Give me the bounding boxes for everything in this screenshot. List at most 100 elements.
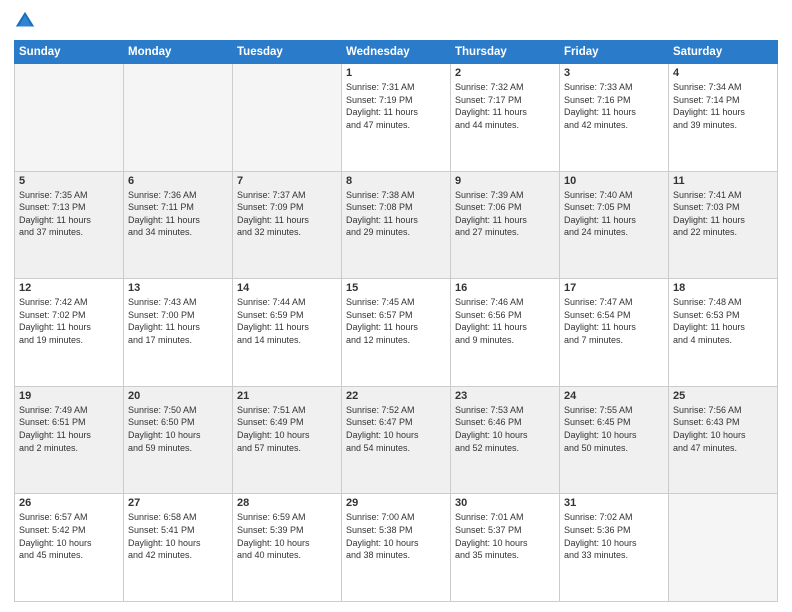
- calendar-cell: 8 Sunrise: 7:38 AM Sunset: 7:08 PM Daylig…: [342, 171, 451, 279]
- day-number: 17: [564, 282, 664, 294]
- calendar-cell: 26 Sunrise: 6:57 AM Sunset: 5:42 PM Dayli…: [15, 494, 124, 602]
- calendar-week-row: 26 Sunrise: 6:57 AM Sunset: 5:42 PM Dayli…: [15, 494, 778, 602]
- calendar-cell: 24Sunrise: 7:55 AM Sunset: 6:45 PM Dayli…: [560, 386, 669, 494]
- day-number: 9: [455, 175, 555, 187]
- day-info: Sunrise: 6:57 AM Sunset: 5:42 PM Dayligh…: [19, 511, 119, 561]
- day-header-thursday: Thursday: [451, 41, 560, 64]
- calendar-cell: 21 Sunrise: 7:51 AM Sunset: 6:49 PM Dayli…: [233, 386, 342, 494]
- day-number: 1: [346, 67, 446, 79]
- calendar-cell: 11 Sunrise: 7:41 AM Sunset: 7:03 PM Dayli…: [669, 171, 778, 279]
- day-info: Sunrise: 7:00 AM Sunset: 5:38 PM Dayligh…: [346, 511, 446, 561]
- day-header-tuesday: Tuesday: [233, 41, 342, 64]
- calendar-cell: [124, 64, 233, 172]
- day-number: 21: [237, 390, 337, 402]
- day-number: 14: [237, 282, 337, 294]
- day-info: Sunrise: 7:42 AM Sunset: 7:02 PM Dayligh…: [19, 296, 119, 346]
- day-info: Sunrise: 7:47 AM Sunset: 6:54 PM Dayligh…: [564, 296, 664, 346]
- day-info: Sunrise: 7:31 AM Sunset: 7:19 PM Dayligh…: [346, 81, 446, 131]
- calendar-cell: 2 Sunrise: 7:32 AM Sunset: 7:17 PM Daylig…: [451, 64, 560, 172]
- day-info: Sunrise: 7:53 AM Sunset: 6:46 PM Dayligh…: [455, 404, 555, 454]
- day-header-friday: Friday: [560, 41, 669, 64]
- day-info: Sunrise: 7:32 AM Sunset: 7:17 PM Dayligh…: [455, 81, 555, 131]
- day-number: 20: [128, 390, 228, 402]
- day-info: Sunrise: 7:40 AM Sunset: 7:05 PM Dayligh…: [564, 189, 664, 239]
- day-number: 6: [128, 175, 228, 187]
- day-info: Sunrise: 7:38 AM Sunset: 7:08 PM Dayligh…: [346, 189, 446, 239]
- day-number: 12: [19, 282, 119, 294]
- day-number: 27: [128, 497, 228, 509]
- day-number: 22: [346, 390, 446, 402]
- day-info: Sunrise: 7:49 AM Sunset: 6:51 PM Dayligh…: [19, 404, 119, 454]
- day-header-wednesday: Wednesday: [342, 41, 451, 64]
- day-number: 25: [673, 390, 773, 402]
- calendar-cell: 19 Sunrise: 7:49 AM Sunset: 6:51 PM Dayli…: [15, 386, 124, 494]
- calendar-week-row: 1 Sunrise: 7:31 AM Sunset: 7:19 PM Daylig…: [15, 64, 778, 172]
- day-header-sunday: Sunday: [15, 41, 124, 64]
- calendar-cell: 13Sunrise: 7:43 AM Sunset: 7:00 PM Dayli…: [124, 279, 233, 387]
- calendar-cell: 14 Sunrise: 7:44 AM Sunset: 6:59 PM Dayli…: [233, 279, 342, 387]
- header: [14, 10, 778, 32]
- calendar-cell: [669, 494, 778, 602]
- calendar-cell: 3Sunrise: 7:33 AM Sunset: 7:16 PM Daylig…: [560, 64, 669, 172]
- calendar-week-row: 12 Sunrise: 7:42 AM Sunset: 7:02 PM Dayli…: [15, 279, 778, 387]
- day-info: Sunrise: 7:44 AM Sunset: 6:59 PM Dayligh…: [237, 296, 337, 346]
- day-info: Sunrise: 7:41 AM Sunset: 7:03 PM Dayligh…: [673, 189, 773, 239]
- day-info: Sunrise: 7:46 AM Sunset: 6:56 PM Dayligh…: [455, 296, 555, 346]
- calendar-cell: 22 Sunrise: 7:52 AM Sunset: 6:47 PM Dayli…: [342, 386, 451, 494]
- calendar-week-row: 5 Sunrise: 7:35 AM Sunset: 7:13 PM Daylig…: [15, 171, 778, 279]
- day-info: Sunrise: 7:52 AM Sunset: 6:47 PM Dayligh…: [346, 404, 446, 454]
- calendar-cell: 7 Sunrise: 7:37 AM Sunset: 7:09 PM Daylig…: [233, 171, 342, 279]
- day-number: 26: [19, 497, 119, 509]
- calendar-cell: 28 Sunrise: 6:59 AM Sunset: 5:39 PM Dayli…: [233, 494, 342, 602]
- logo-icon: [14, 10, 36, 32]
- calendar-cell: 29 Sunrise: 7:00 AM Sunset: 5:38 PM Dayli…: [342, 494, 451, 602]
- day-info: Sunrise: 6:59 AM Sunset: 5:39 PM Dayligh…: [237, 511, 337, 561]
- day-number: 4: [673, 67, 773, 79]
- day-number: 11: [673, 175, 773, 187]
- calendar-cell: 18 Sunrise: 7:48 AM Sunset: 6:53 PM Dayli…: [669, 279, 778, 387]
- day-header-saturday: Saturday: [669, 41, 778, 64]
- calendar-cell: 4 Sunrise: 7:34 AM Sunset: 7:14 PM Daylig…: [669, 64, 778, 172]
- day-info: Sunrise: 7:02 AM Sunset: 5:36 PM Dayligh…: [564, 511, 664, 561]
- calendar-cell: 10Sunrise: 7:40 AM Sunset: 7:05 PM Dayli…: [560, 171, 669, 279]
- day-number: 8: [346, 175, 446, 187]
- day-number: 28: [237, 497, 337, 509]
- calendar-cell: 25 Sunrise: 7:56 AM Sunset: 6:43 PM Dayli…: [669, 386, 778, 494]
- day-info: Sunrise: 7:51 AM Sunset: 6:49 PM Dayligh…: [237, 404, 337, 454]
- day-info: Sunrise: 7:34 AM Sunset: 7:14 PM Dayligh…: [673, 81, 773, 131]
- calendar-cell: 31 Sunrise: 7:02 AM Sunset: 5:36 PM Dayli…: [560, 494, 669, 602]
- calendar-cell: 12 Sunrise: 7:42 AM Sunset: 7:02 PM Dayli…: [15, 279, 124, 387]
- page: SundayMondayTuesdayWednesdayThursdayFrid…: [0, 0, 792, 612]
- day-info: Sunrise: 7:45 AM Sunset: 6:57 PM Dayligh…: [346, 296, 446, 346]
- day-info: Sunrise: 7:01 AM Sunset: 5:37 PM Dayligh…: [455, 511, 555, 561]
- calendar-cell: 5 Sunrise: 7:35 AM Sunset: 7:13 PM Daylig…: [15, 171, 124, 279]
- calendar-cell: 27Sunrise: 6:58 AM Sunset: 5:41 PM Dayli…: [124, 494, 233, 602]
- calendar-week-row: 19 Sunrise: 7:49 AM Sunset: 6:51 PM Dayli…: [15, 386, 778, 494]
- calendar-header-row: SundayMondayTuesdayWednesdayThursdayFrid…: [15, 41, 778, 64]
- day-info: Sunrise: 7:35 AM Sunset: 7:13 PM Dayligh…: [19, 189, 119, 239]
- day-info: Sunrise: 7:39 AM Sunset: 7:06 PM Dayligh…: [455, 189, 555, 239]
- day-number: 2: [455, 67, 555, 79]
- day-number: 18: [673, 282, 773, 294]
- calendar-cell: 1 Sunrise: 7:31 AM Sunset: 7:19 PM Daylig…: [342, 64, 451, 172]
- day-number: 16: [455, 282, 555, 294]
- day-number: 15: [346, 282, 446, 294]
- calendar-cell: 16 Sunrise: 7:46 AM Sunset: 6:56 PM Dayli…: [451, 279, 560, 387]
- day-number: 29: [346, 497, 446, 509]
- day-number: 19: [19, 390, 119, 402]
- calendar-cell: 30Sunrise: 7:01 AM Sunset: 5:37 PM Dayli…: [451, 494, 560, 602]
- calendar-cell: 15 Sunrise: 7:45 AM Sunset: 6:57 PM Dayli…: [342, 279, 451, 387]
- day-info: Sunrise: 7:50 AM Sunset: 6:50 PM Dayligh…: [128, 404, 228, 454]
- day-info: Sunrise: 7:56 AM Sunset: 6:43 PM Dayligh…: [673, 404, 773, 454]
- calendar-cell: [233, 64, 342, 172]
- day-number: 24: [564, 390, 664, 402]
- day-number: 5: [19, 175, 119, 187]
- day-info: Sunrise: 7:48 AM Sunset: 6:53 PM Dayligh…: [673, 296, 773, 346]
- calendar-cell: 9 Sunrise: 7:39 AM Sunset: 7:06 PM Daylig…: [451, 171, 560, 279]
- day-number: 13: [128, 282, 228, 294]
- logo: [14, 10, 40, 32]
- day-info: Sunrise: 7:37 AM Sunset: 7:09 PM Dayligh…: [237, 189, 337, 239]
- day-number: 31: [564, 497, 664, 509]
- day-number: 7: [237, 175, 337, 187]
- calendar-cell: [15, 64, 124, 172]
